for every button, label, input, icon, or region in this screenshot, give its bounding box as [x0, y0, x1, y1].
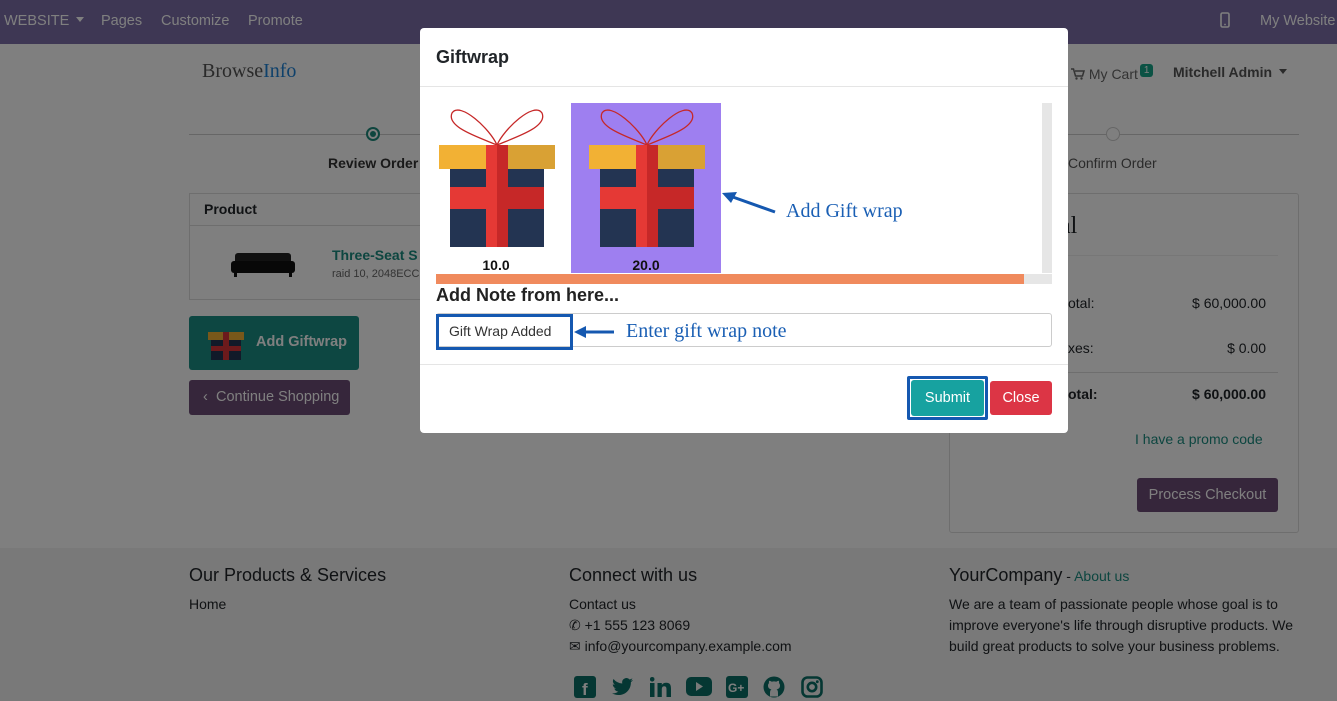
annotation-enter-note: Enter gift wrap note	[626, 320, 787, 342]
giftwrap-modal: Giftwrap 10.0 20.0 Add Gift wrap Add Not…	[420, 28, 1068, 433]
annotation-arrow-gift	[722, 192, 776, 214]
modal-header-divider	[420, 86, 1068, 87]
horizontal-scrollbar-thumb[interactable]	[436, 274, 1024, 284]
modal-title: Giftwrap	[436, 47, 510, 67]
giftwrap-option-2-selected[interactable]: 20.0	[571, 103, 721, 273]
annotation-add-gift-wrap: Add Gift wrap	[786, 200, 903, 222]
giftwrap-option-1[interactable]: 10.0	[436, 103, 556, 273]
annotation-arrow-note	[574, 326, 614, 338]
option-1-price: 10.0	[482, 257, 510, 273]
gift-box-icon	[589, 109, 705, 247]
modal-footer-divider	[420, 364, 1068, 365]
vertical-scrollbar[interactable]	[1042, 103, 1052, 273]
note-heading: Add Note from here...	[436, 285, 620, 305]
option-2-price: 20.0	[632, 257, 660, 273]
close-button[interactable]: Close	[990, 381, 1052, 415]
gift-box-icon	[439, 109, 555, 247]
gift-note-value: Gift Wrap Added	[449, 323, 552, 339]
submit-button[interactable]: Submit	[911, 380, 984, 416]
